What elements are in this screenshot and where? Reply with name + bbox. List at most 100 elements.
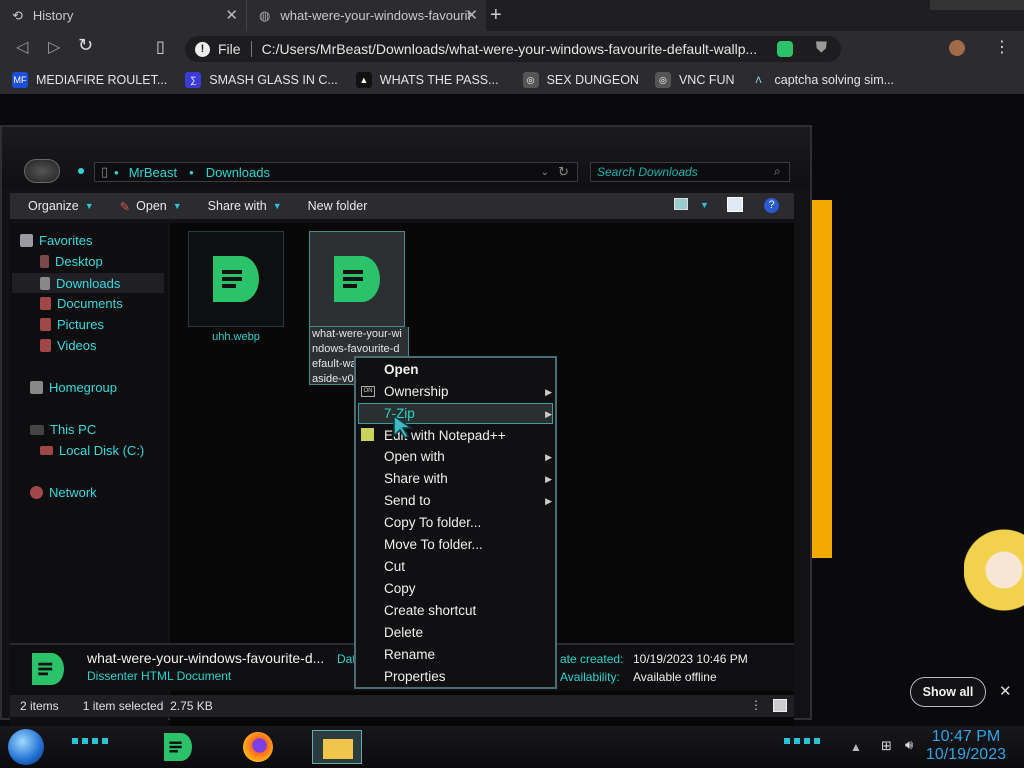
back-icon[interactable]: ◁	[16, 37, 28, 57]
address-bar[interactable]: ! File C:/Users/MrBeast/Downloads/what-w…	[185, 36, 841, 62]
nav-homegroup[interactable]: Homegroup	[30, 380, 117, 395]
close-icon[interactable]: ✕	[999, 682, 1012, 700]
organize-button[interactable]: Organize ▼	[28, 199, 94, 213]
chevron-right-icon: ▶	[545, 452, 552, 462]
bookmark-item[interactable]: ∑ SMASH GLASS IN C...	[185, 72, 338, 88]
breadcrumb-mrbeast[interactable]: MrBeast	[129, 165, 177, 180]
search-input[interactable]: Search Downloads	[590, 162, 790, 182]
menu-item-copy[interactable]: Copy	[384, 579, 552, 599]
preview-pane-icon[interactable]	[727, 197, 743, 212]
share-with-button[interactable]: Share with ▼	[208, 199, 282, 213]
url-text: C:/Users/MrBeast/Downloads/what-were-you…	[261, 41, 758, 57]
tab-title: History	[32, 8, 74, 23]
file-explorer-icon[interactable]	[312, 730, 362, 764]
star-icon	[20, 234, 33, 247]
file-item-selected[interactable]	[309, 231, 405, 327]
close-icon[interactable]: ✕	[225, 6, 238, 24]
browser-toolbar: ◁ ▷ ↻ ▯ ! File C:/Users/MrBeast/Download…	[0, 31, 1024, 66]
file-name: uhh.webp	[212, 331, 260, 343]
start-orb-icon[interactable]	[8, 729, 44, 765]
chevron-right-icon: ▶	[545, 409, 552, 419]
firefox-icon[interactable]	[243, 732, 273, 762]
history-icon: ⟲	[12, 7, 23, 23]
chevron-down-icon[interactable]: ▼	[700, 200, 709, 210]
chevron-right-icon: ▶	[545, 474, 552, 484]
bookmark-item[interactable]: ◎ SEX DUNGEON	[522, 72, 639, 88]
menu-item-copy-to-folder[interactable]: Copy To folder...	[384, 513, 552, 533]
documents-icon	[40, 297, 51, 310]
menu-item-create-shortcut[interactable]: Create shortcut	[384, 601, 552, 621]
computer-icon	[30, 424, 44, 435]
explorer-orb-icon[interactable]	[24, 159, 60, 183]
menu-item-open-with[interactable]: Open with ▶	[384, 447, 552, 467]
menu-item-ownership[interactable]: Ownership ▶	[384, 382, 552, 402]
new-folder-button[interactable]: New folder	[308, 199, 368, 213]
bookmark-item[interactable]: ▲ WHATS THE PASS...	[355, 72, 499, 88]
clock-date: 10/19/2023	[925, 746, 1006, 763]
menu-item-rename[interactable]: Rename	[384, 645, 552, 665]
nav-desktop[interactable]: Desktop	[40, 254, 103, 269]
tab-active-file[interactable]: ◍ what-were-your-windows-favourit ✕	[246, 0, 486, 31]
breadcrumb-downloads[interactable]: Downloads	[206, 165, 270, 180]
volume-icon[interactable]: 🔊︎	[905, 737, 913, 753]
context-menu: Open ON Ownership ▶ 7-Zip ▶ Edit with Note…	[354, 356, 557, 689]
nav-videos[interactable]: Videos	[40, 338, 97, 353]
taskbar-clock[interactable]: 10:47 PM 10/19/2023	[926, 728, 1006, 764]
videos-icon	[40, 339, 51, 352]
menu-item-cut[interactable]: Cut	[384, 557, 552, 577]
nav-downloads[interactable]: Downloads	[12, 273, 164, 293]
nav-favorites[interactable]: Favorites	[20, 233, 92, 248]
help-icon[interactable]: ?	[764, 198, 779, 213]
bookmark-item[interactable]: ◎ VNC FUN	[654, 72, 735, 88]
nav-documents[interactable]: Documents	[40, 296, 123, 311]
menu-icon[interactable]: ⋮	[994, 37, 1010, 57]
bookmark-icon[interactable]: ▯	[156, 37, 165, 57]
menu-item-send-to[interactable]: Send to ▶	[384, 491, 552, 511]
nav-local-disk[interactable]: Local Disk (C:)	[40, 443, 144, 458]
shield-icon[interactable]: ⛊	[816, 39, 827, 56]
status-bar: 2 items 1 item selected 2.75 KB ⋮	[10, 695, 794, 717]
forward-icon[interactable]: ▷	[48, 37, 60, 57]
bookmark-item[interactable]: MF MEDIAFIRE ROULET...	[12, 72, 167, 88]
dissenter-extension-icon[interactable]	[777, 41, 793, 57]
show-all-button[interactable]: Show all	[910, 677, 986, 707]
chevron-down-icon: ▼	[84, 201, 94, 211]
menu-item-properties[interactable]: Properties	[384, 667, 552, 687]
mouse-cursor-icon	[393, 414, 414, 440]
nav-this-pc[interactable]: This PC	[30, 422, 96, 437]
menu-item-open[interactable]: Open	[384, 360, 552, 380]
search-icon[interactable]: ⌕	[774, 164, 781, 179]
cube-icon: ◎	[654, 72, 671, 88]
avatar[interactable]	[949, 40, 965, 56]
view-icon[interactable]	[674, 198, 688, 210]
bookmark-item[interactable]: Λcaptcha solving sim...	[750, 72, 894, 88]
close-icon[interactable]: ✕	[465, 6, 478, 24]
large-icons-view-icon[interactable]	[773, 699, 787, 712]
nav-pictures[interactable]: Pictures	[40, 317, 104, 332]
network-tray-icon[interactable]: ⊞	[881, 738, 892, 754]
taskbar: ▲ ⊞ 🔊︎	[0, 726, 1024, 768]
clock-time: 10:47 PM	[931, 728, 1001, 745]
triangle-icon: ▲	[355, 72, 372, 88]
menu-item-move-to-folder[interactable]: Move To folder...	[384, 535, 552, 555]
nav-network[interactable]: Network	[30, 485, 97, 500]
tab-history[interactable]: ⟲ History ✕	[0, 0, 246, 31]
reload-icon[interactable]: ↻	[78, 35, 93, 56]
chevron-down-icon[interactable]: ⌄	[541, 167, 549, 178]
refresh-icon[interactable]: ↻	[558, 164, 569, 180]
menu-item-delete[interactable]: Delete	[384, 623, 552, 643]
file-item[interactable]	[188, 231, 284, 327]
chevron-right-icon: ▶	[545, 496, 552, 506]
plus-icon[interactable]: +	[490, 4, 502, 27]
menu-item-share-with[interactable]: Share with ▶	[384, 469, 552, 489]
desktop-icon	[40, 255, 49, 268]
command-bar: Organize ▼ ✎ Open ▼ Share with ▼ New folder …	[10, 193, 794, 219]
dissenter-app-icon	[213, 256, 259, 302]
item-count: 2 items	[20, 699, 59, 713]
dissenter-app-icon[interactable]	[164, 733, 192, 761]
downloads-icon	[40, 276, 50, 290]
details-view-icon[interactable]: ⋮	[750, 698, 762, 712]
open-button[interactable]: ✎ Open ▼	[120, 199, 182, 214]
address-breadcrumb[interactable]: ▯ • MrBeast • Downloads ⌄ ↻	[94, 162, 578, 182]
tray-chevron-icon[interactable]: ▲	[850, 740, 862, 754]
